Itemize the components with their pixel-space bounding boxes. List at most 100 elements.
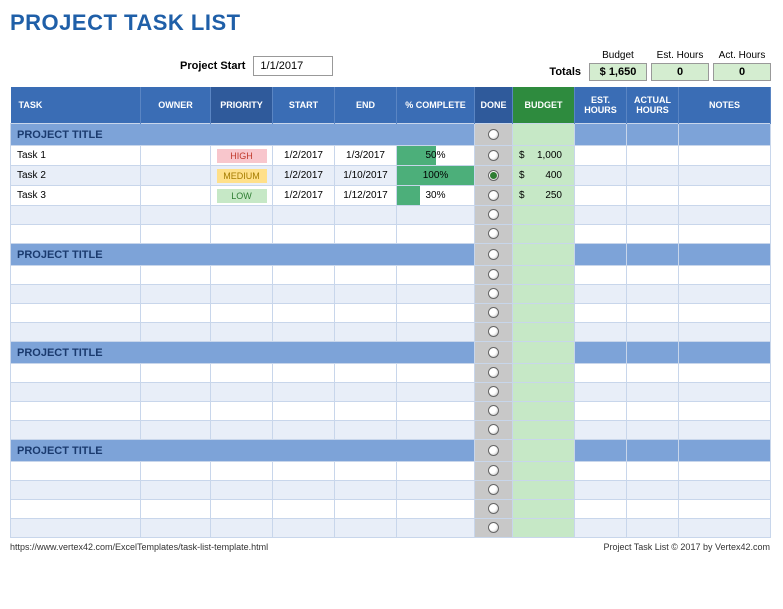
- cell[interactable]: [335, 266, 397, 285]
- cell[interactable]: [475, 481, 513, 500]
- done-cell[interactable]: [475, 342, 513, 364]
- radio-icon[interactable]: [488, 288, 499, 299]
- owner-cell[interactable]: [141, 146, 211, 166]
- act-cell[interactable]: [627, 186, 679, 206]
- cell[interactable]: [575, 225, 627, 244]
- radio-icon[interactable]: [488, 465, 499, 476]
- cell[interactable]: [141, 462, 211, 481]
- cell[interactable]: [679, 304, 771, 323]
- cell[interactable]: [513, 364, 575, 383]
- cell[interactable]: [141, 421, 211, 440]
- owner-cell[interactable]: [141, 186, 211, 206]
- est-cell[interactable]: [575, 186, 627, 206]
- radio-icon[interactable]: [488, 522, 499, 533]
- cell[interactable]: [575, 124, 627, 146]
- cell[interactable]: [575, 266, 627, 285]
- cell[interactable]: [141, 364, 211, 383]
- notes-cell[interactable]: [679, 186, 771, 206]
- section-title[interactable]: PROJECT TITLE: [11, 124, 475, 146]
- cell[interactable]: [627, 519, 679, 538]
- cell[interactable]: [513, 323, 575, 342]
- cell[interactable]: [335, 519, 397, 538]
- cell[interactable]: [475, 402, 513, 421]
- cell[interactable]: [627, 440, 679, 462]
- pct-cell[interactable]: 50%: [397, 146, 475, 166]
- cell[interactable]: [211, 481, 273, 500]
- cell[interactable]: [679, 364, 771, 383]
- cell[interactable]: [141, 266, 211, 285]
- cell[interactable]: [575, 285, 627, 304]
- cell[interactable]: [211, 206, 273, 225]
- cell[interactable]: [335, 364, 397, 383]
- task-name-cell[interactable]: Task 2: [11, 166, 141, 186]
- cell[interactable]: [397, 304, 475, 323]
- cell[interactable]: [11, 481, 141, 500]
- cell[interactable]: [11, 266, 141, 285]
- cell[interactable]: [273, 285, 335, 304]
- act-cell[interactable]: [627, 146, 679, 166]
- task-name-cell[interactable]: Task 1: [11, 146, 141, 166]
- done-cell[interactable]: [475, 166, 513, 186]
- cell[interactable]: [335, 402, 397, 421]
- cell[interactable]: [273, 383, 335, 402]
- cell[interactable]: [11, 402, 141, 421]
- radio-icon[interactable]: [488, 209, 499, 220]
- cell[interactable]: [627, 323, 679, 342]
- cell[interactable]: [475, 304, 513, 323]
- section-title[interactable]: PROJECT TITLE: [11, 342, 475, 364]
- cell[interactable]: [397, 364, 475, 383]
- cell[interactable]: [575, 402, 627, 421]
- done-cell[interactable]: [475, 440, 513, 462]
- cell[interactable]: [679, 323, 771, 342]
- act-cell[interactable]: [627, 166, 679, 186]
- cell[interactable]: [627, 342, 679, 364]
- cell[interactable]: [11, 206, 141, 225]
- cell[interactable]: [627, 266, 679, 285]
- priority-cell[interactable]: HIGH: [211, 146, 273, 166]
- radio-icon[interactable]: [488, 269, 499, 280]
- cell[interactable]: [273, 206, 335, 225]
- cell[interactable]: [141, 323, 211, 342]
- cell[interactable]: [679, 402, 771, 421]
- owner-cell[interactable]: [141, 166, 211, 186]
- cell[interactable]: [513, 500, 575, 519]
- radio-icon[interactable]: [488, 445, 499, 456]
- cell[interactable]: [397, 323, 475, 342]
- cell[interactable]: [11, 421, 141, 440]
- cell[interactable]: [575, 304, 627, 323]
- radio-icon[interactable]: [488, 424, 499, 435]
- cell[interactable]: [141, 206, 211, 225]
- cell[interactable]: [211, 285, 273, 304]
- cell[interactable]: [397, 285, 475, 304]
- cell[interactable]: [11, 519, 141, 538]
- cell[interactable]: [475, 225, 513, 244]
- cell[interactable]: [211, 421, 273, 440]
- cell[interactable]: [627, 304, 679, 323]
- cell[interactable]: [513, 519, 575, 538]
- cell[interactable]: [211, 323, 273, 342]
- radio-icon[interactable]: [488, 170, 499, 181]
- cell[interactable]: [335, 304, 397, 323]
- cell[interactable]: [11, 364, 141, 383]
- cell[interactable]: [627, 206, 679, 225]
- cell[interactable]: [513, 266, 575, 285]
- cell[interactable]: [397, 462, 475, 481]
- cell[interactable]: [211, 383, 273, 402]
- cell[interactable]: [627, 481, 679, 500]
- cell[interactable]: [335, 225, 397, 244]
- cell[interactable]: [141, 304, 211, 323]
- cell[interactable]: [679, 421, 771, 440]
- cell[interactable]: [679, 225, 771, 244]
- priority-cell[interactable]: MEDIUM: [211, 166, 273, 186]
- cell[interactable]: [475, 285, 513, 304]
- cell[interactable]: [273, 304, 335, 323]
- cell[interactable]: [575, 364, 627, 383]
- cell[interactable]: [141, 383, 211, 402]
- radio-icon[interactable]: [488, 326, 499, 337]
- cell[interactable]: [475, 383, 513, 402]
- cell[interactable]: [627, 124, 679, 146]
- cell[interactable]: [575, 519, 627, 538]
- radio-icon[interactable]: [488, 484, 499, 495]
- cell[interactable]: [273, 462, 335, 481]
- cell[interactable]: [11, 500, 141, 519]
